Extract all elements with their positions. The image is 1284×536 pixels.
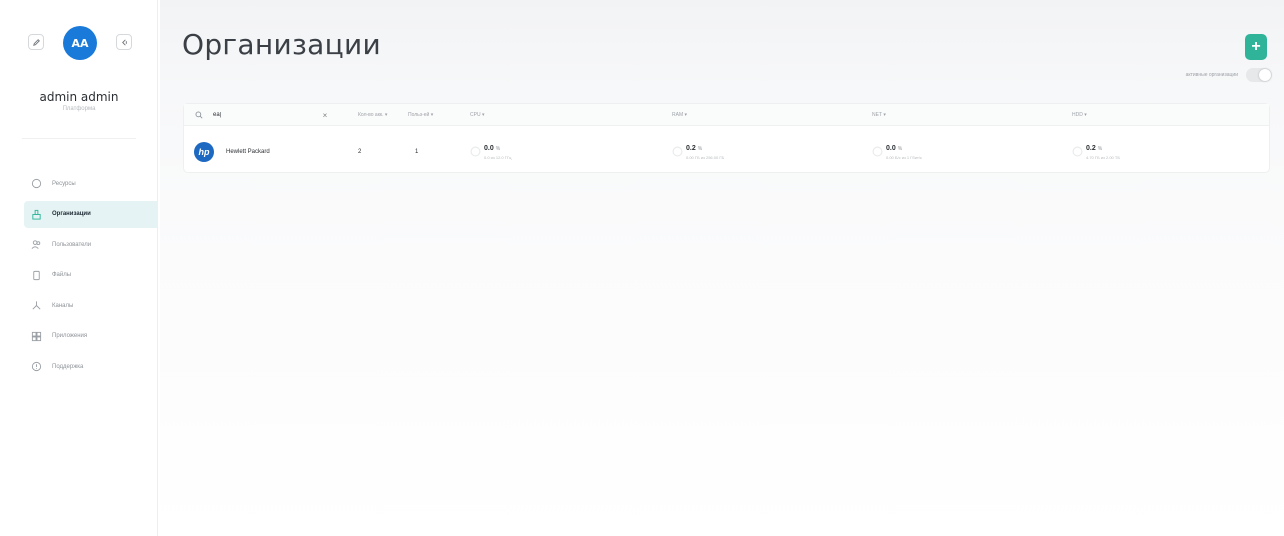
column-header-ram[interactable]: RAM ▾ (672, 104, 687, 126)
column-header-accounts[interactable]: Кол-во акк. ▾ (358, 104, 387, 126)
sidebar-item-label: Ресурсы (52, 180, 76, 187)
sidebar-item-channels[interactable]: Каналы (24, 292, 158, 319)
net-ring-icon (872, 146, 883, 156)
main-content: Организации + активные организации × Кол… (160, 0, 1284, 536)
resources-icon (30, 178, 42, 190)
sidebar-item-apps[interactable]: Приложения (24, 323, 158, 350)
column-header-net[interactable]: NET ▾ (872, 104, 886, 126)
toggle-knob (1259, 69, 1271, 81)
add-organization-button[interactable]: + (1245, 34, 1267, 60)
sidebar: AA admin admin Платформа Ресурсы Организ… (0, 0, 158, 536)
ram-sub: 0.00 ГБ из 256.00 ГБ (686, 154, 725, 160)
sidebar-item-organizations[interactable]: Организации (24, 200, 158, 228)
sidebar-nav: Ресурсы Организации Пользователи Файлы К… (24, 170, 158, 384)
ram-ring-icon (672, 146, 683, 156)
cpu-metric: 0.0% 0.0 из 12.0 ГГц (470, 134, 511, 170)
sidebar-item-label: Пользователи (52, 241, 92, 248)
hdd-ring-icon (1072, 146, 1083, 156)
org-cell: hp Hewlett Packard (194, 134, 270, 170)
user-name: admin admin (39, 90, 119, 104)
sidebar-item-label: Приложения (52, 333, 88, 339)
search-input[interactable] (213, 109, 303, 121)
accounts-count: 2 (358, 149, 362, 155)
user-info: admin admin Платформа (0, 90, 158, 112)
organizations-icon (30, 208, 42, 220)
hp-logo-icon: hp (194, 142, 214, 162)
sidebar-item-users[interactable]: Пользователи (24, 231, 158, 258)
files-icon (30, 269, 42, 281)
channels-icon (30, 300, 42, 312)
cpu-sub: 0.0 из 12.0 ГГц (484, 154, 512, 160)
cpu-ring-icon (470, 146, 481, 156)
hdd-sub: 4.70 ГБ из 2.00 ТБ (1086, 154, 1120, 160)
active-organizations-toggle[interactable] (1246, 68, 1272, 82)
page-title: Организации (182, 28, 381, 61)
org-name: Hewlett Packard (226, 149, 270, 155)
organizations-table: × Кол-во акк. ▾ Польз-ей ▾ CPU ▾ RAM ▾ N… (184, 104, 1269, 172)
sidebar-divider (22, 138, 136, 139)
sidebar-item-label: Файлы (52, 272, 72, 278)
sidebar-item-label: Организации (52, 211, 91, 217)
search-icon (194, 111, 203, 120)
hdd-metric: 0.2% 4.70 ГБ из 2.00 ТБ (1072, 134, 1120, 170)
sidebar-item-resources[interactable]: Ресурсы (24, 170, 158, 197)
sidebar-header: AA (0, 22, 158, 66)
net-sub: 0.00 Б/с из 1 Гбит/с (886, 154, 922, 160)
user-role: Платформа (62, 106, 96, 112)
column-header-hdd[interactable]: HDD ▾ (1072, 104, 1087, 126)
edit-icon[interactable] (28, 34, 44, 50)
column-header-users[interactable]: Польз-ей ▾ (408, 104, 433, 126)
logout-icon[interactable] (116, 34, 132, 50)
toggle-label: активные организации (1185, 72, 1238, 78)
apps-icon (30, 330, 42, 342)
sidebar-item-files[interactable]: Файлы (24, 262, 158, 289)
support-icon (30, 361, 42, 373)
avatar[interactable]: AA (63, 26, 97, 60)
column-header-cpu[interactable]: CPU ▾ (470, 104, 484, 126)
table-row[interactable]: hp Hewlett Packard 2 1 0.0% 0.0 из 12.0 … (184, 134, 1269, 170)
sidebar-item-support[interactable]: Поддержка (24, 353, 158, 380)
users-icon (30, 239, 42, 251)
sidebar-item-label: Поддержка (52, 363, 84, 370)
table-header: × Кол-во акк. ▾ Польз-ей ▾ CPU ▾ RAM ▾ N… (184, 104, 1269, 126)
sidebar-item-label: Каналы (52, 302, 74, 309)
ram-metric: 0.2% 0.00 ГБ из 256.00 ГБ (672, 134, 724, 170)
active-organizations-filter: активные организации (1186, 68, 1272, 82)
search-cell: × (194, 104, 334, 126)
users-count: 1 (415, 149, 419, 155)
net-metric: 0.0% 0.00 Б/с из 1 Гбит/с (872, 134, 922, 170)
clear-search-icon[interactable]: × (320, 110, 330, 120)
